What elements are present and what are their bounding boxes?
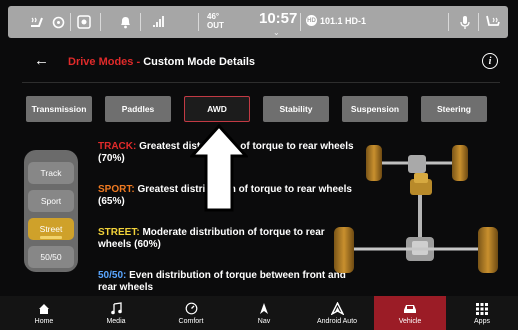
nav-nav[interactable]: Nav	[228, 296, 300, 330]
radio-station[interactable]: HD 101.1 HD-1	[306, 15, 366, 26]
seat-icon[interactable]	[482, 6, 504, 38]
microphone-icon[interactable]	[456, 6, 474, 38]
temperature-value: 46°	[207, 12, 220, 21]
nav-home-label: Home	[34, 318, 54, 325]
mode-fifty-fifty-button[interactable]: 50/50	[28, 246, 74, 268]
sport-key: SPORT:	[98, 184, 135, 195]
nav-android-auto[interactable]: Android Auto	[301, 296, 373, 330]
header-divider	[22, 82, 500, 83]
street-description: STREET: Moderate distribution of torque …	[98, 227, 356, 251]
nav-apps-label: Apps	[474, 318, 490, 325]
fifty-fifty-key: 50/50:	[98, 270, 127, 281]
tab-transmission[interactable]: Transmission	[26, 96, 92, 122]
nav-vehicle[interactable]: Vehicle	[374, 296, 446, 330]
status-bar: 46° OUT 10:57 ⌄ HD 101.1 HD-1	[8, 6, 508, 38]
clock[interactable]: 10:57	[259, 10, 297, 27]
callout-arrow-icon	[190, 124, 248, 212]
nav-media[interactable]: Media	[80, 296, 152, 330]
tab-stability[interactable]: Stability	[263, 96, 329, 122]
navigation-arrow-icon	[259, 301, 269, 316]
nav-nav-label: Nav	[257, 318, 271, 325]
nav-media-label: Media	[106, 318, 126, 325]
camera-icon[interactable]	[74, 6, 94, 38]
page-title-text: Custom Mode Details	[143, 56, 256, 68]
awd-drivetrain-illustration	[334, 145, 498, 273]
hd-radio-icon: HD	[306, 15, 317, 26]
nav-home[interactable]: Home	[8, 296, 80, 330]
track-key: TRACK:	[98, 141, 137, 152]
wifi-hotspot-icon[interactable]	[150, 6, 168, 38]
grid-icon	[476, 301, 488, 316]
tab-awd[interactable]: AWD	[184, 96, 250, 122]
fifty-fifty-text: Even distribution of torque between fron…	[98, 270, 346, 293]
nav-comfort-label: Comfort	[178, 318, 204, 325]
seat-heat-icon[interactable]	[26, 6, 48, 38]
bell-icon[interactable]	[116, 6, 134, 38]
outside-temperature: 46° OUT	[207, 12, 224, 30]
music-note-icon	[110, 301, 122, 316]
mode-track-button[interactable]: Track	[28, 162, 74, 184]
steering-heat-icon[interactable]	[50, 6, 66, 38]
bottom-nav: Home Media Comfort Nav Android Auto Vehi…	[0, 296, 518, 330]
nav-comfort[interactable]: Comfort	[155, 296, 227, 330]
nav-vehicle-label: Vehicle	[398, 318, 422, 325]
back-arrow-icon[interactable]: ←	[34, 52, 49, 69]
page-title: Drive Modes - Custom Mode Details	[68, 56, 255, 68]
tab-steering[interactable]: Steering	[421, 96, 487, 122]
temperature-unit: OUT	[207, 21, 224, 30]
tab-paddles[interactable]: Paddles	[105, 96, 171, 122]
fifty-fifty-description: 50/50: Even distribution of torque betwe…	[98, 270, 356, 294]
home-icon	[38, 301, 50, 316]
android-auto-icon	[330, 301, 344, 316]
gauge-icon	[185, 301, 198, 316]
tab-suspension[interactable]: Suspension	[342, 96, 408, 122]
street-key: STREET:	[98, 227, 140, 238]
breadcrumb[interactable]: Drive Modes -	[68, 56, 140, 68]
nav-apps[interactable]: Apps	[446, 296, 518, 330]
selected-indicator	[40, 236, 62, 239]
mode-sport-button[interactable]: Sport	[28, 190, 74, 212]
nav-android-auto-label: Android Auto	[316, 318, 358, 325]
info-icon[interactable]: i	[482, 53, 498, 69]
mode-slider[interactable]: Track Sport Street 50/50	[24, 150, 78, 272]
car-icon	[402, 301, 418, 316]
radio-station-label: 101.1 HD-1	[320, 15, 367, 26]
chevron-down-icon[interactable]: ⌄	[273, 28, 280, 37]
